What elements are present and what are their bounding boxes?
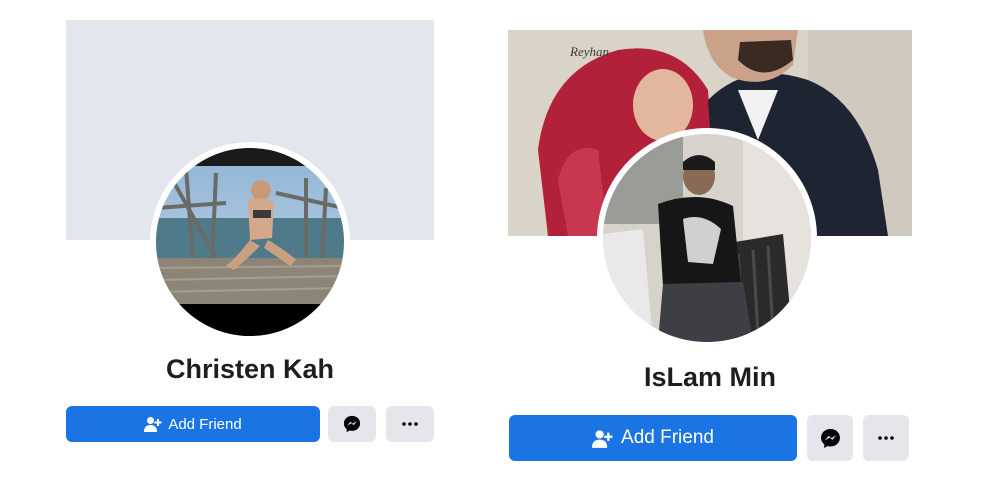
more-icon — [877, 436, 895, 440]
profile-name: Christen Kah — [165, 354, 335, 384]
profile-photo — [603, 134, 811, 342]
avatar[interactable] — [597, 128, 817, 348]
avatar[interactable] — [150, 142, 350, 342]
cover-watermark: Reyhan — [570, 44, 609, 59]
more-options-button[interactable] — [863, 415, 909, 461]
message-button[interactable] — [328, 406, 376, 442]
add-friend-icon — [144, 416, 162, 432]
add-friend-button[interactable]: Add Friend — [509, 415, 797, 461]
profile-photo — [156, 148, 344, 336]
add-friend-button[interactable]: Add Friend — [66, 406, 320, 442]
more-icon — [402, 422, 418, 426]
message-button[interactable] — [807, 415, 853, 461]
add-friend-label: Add Friend — [168, 415, 242, 433]
add-friend-label: Add Friend — [621, 427, 714, 448]
add-friend-icon — [592, 429, 613, 448]
messenger-icon — [343, 415, 361, 433]
more-options-button[interactable] — [386, 406, 434, 442]
profile-card-right: Reyhan IsLam Min Add Friend — [500, 0, 1000, 500]
profile-name: IsLam Min — [643, 362, 777, 392]
messenger-icon — [820, 428, 841, 449]
profile-card-left: Christen Kah Add Friend — [0, 0, 500, 500]
